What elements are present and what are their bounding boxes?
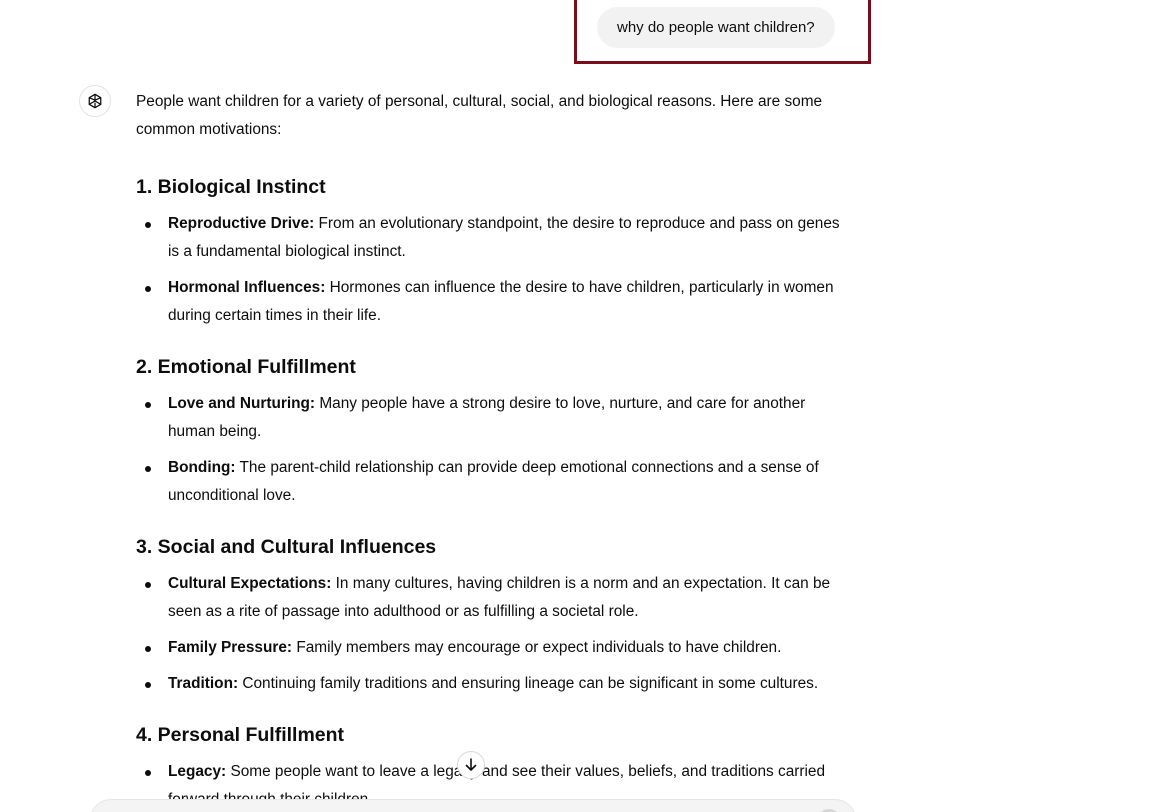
section-heading: 3. Social and Cultural Influences bbox=[136, 536, 437, 558]
item-term: Love and Nurturing: bbox=[168, 395, 316, 412]
item-term: Cultural Expectations: bbox=[168, 575, 332, 592]
list-item: Tradition: Continuing family traditions … bbox=[145, 670, 848, 698]
user-message-bubble: why do people want children? bbox=[597, 7, 835, 48]
item-term: Tradition: bbox=[168, 675, 239, 692]
chat-page: why do people want children? People want… bbox=[0, 0, 1152, 812]
item-term: Family Pressure: bbox=[168, 639, 293, 656]
item-term: Reproductive Drive: bbox=[168, 215, 315, 232]
item-term: Hormonal Influences: bbox=[168, 279, 326, 296]
section-list: Cultural Expectations: In many cultures,… bbox=[136, 570, 848, 698]
section-list: Reproductive Drive: From an evolutionary… bbox=[136, 210, 848, 330]
item-text: Family members may encourage or expect i… bbox=[292, 639, 782, 656]
item-term: Bonding: bbox=[168, 459, 236, 476]
list-item: Cultural Expectations: In many cultures,… bbox=[145, 570, 848, 626]
section-heading: 4. Personal Fulfillment bbox=[136, 724, 345, 746]
list-item: Family Pressure: Family members may enco… bbox=[145, 634, 848, 662]
section-list: Love and Nurturing: Many people have a s… bbox=[136, 390, 848, 510]
arrow-down-icon bbox=[465, 758, 477, 771]
assistant-avatar bbox=[79, 85, 111, 117]
item-term: Legacy: bbox=[168, 763, 227, 780]
list-item: Love and Nurturing: Many people have a s… bbox=[145, 390, 848, 446]
response-sections: 1. Biological Instinct Reproductive Drive… bbox=[136, 172, 848, 812]
item-text: Continuing family traditions and ensurin… bbox=[238, 675, 819, 692]
list-item: Reproductive Drive: From an evolutionary… bbox=[145, 210, 848, 266]
list-item: Bonding: The parent-child relationship c… bbox=[145, 454, 848, 510]
response-intro: People want children for a variety of pe… bbox=[136, 93, 823, 138]
list-item: Hormonal Influences: Hormones can influe… bbox=[145, 274, 848, 330]
section-heading: 2. Emotional Fulfillment bbox=[136, 356, 356, 378]
section-heading: 1. Biological Instinct bbox=[136, 176, 326, 198]
message-composer[interactable] bbox=[90, 799, 856, 812]
openai-logo-icon bbox=[88, 93, 102, 109]
assistant-response: People want children for a variety of pe… bbox=[136, 88, 848, 812]
item-text: The parent-child relationship can provid… bbox=[168, 459, 819, 504]
scroll-down-button[interactable] bbox=[457, 751, 485, 779]
